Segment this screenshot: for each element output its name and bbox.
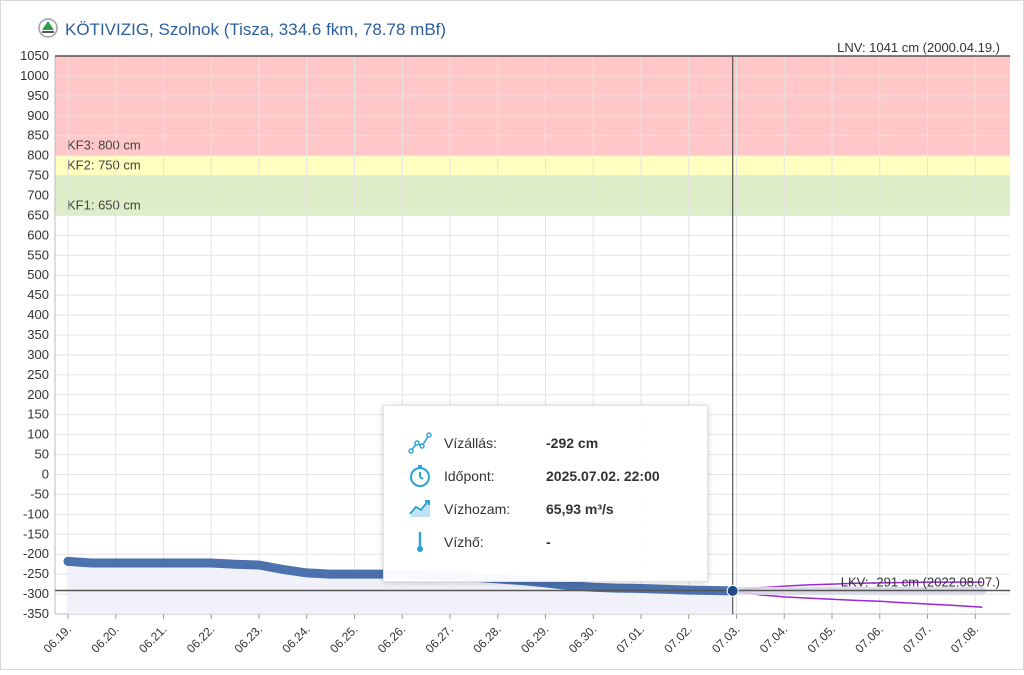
y-tick-label: 1050	[20, 48, 49, 63]
band-label-kf2: KF2: 750 cm	[67, 158, 141, 173]
tooltip-row-water-level: Vízállás: -292 cm	[408, 431, 598, 455]
y-tick-label: 50	[35, 447, 49, 462]
y-tick-label: -350	[23, 606, 49, 621]
y-tick-label: 500	[27, 267, 49, 282]
y-tick-label: 1000	[20, 68, 49, 83]
chart-frame: KÖTIVIZIG, Szolnok (Tisza, 334.6 fkm, 78…	[0, 0, 1024, 670]
y-tick-label: 250	[27, 367, 49, 382]
y-tick-label: 200	[27, 387, 49, 402]
y-tick-label: 550	[27, 247, 49, 262]
y-tick-label: 850	[27, 128, 49, 143]
y-tick-label: -50	[30, 486, 49, 501]
y-tick-label: -200	[23, 546, 49, 561]
y-tick-label: 300	[27, 347, 49, 362]
y-tick-label: 600	[27, 227, 49, 242]
tooltip-row-water-temperature: Vízhő: -	[408, 530, 551, 554]
lkv-label: LKV: -291 cm (2022.08.07.)	[841, 574, 1000, 589]
station-marker-icon	[38, 18, 58, 38]
tooltip-row-time: Időpont: 2025.07.02. 22:00	[408, 464, 660, 488]
y-tick-label: 700	[27, 188, 49, 203]
tooltip-label: Vízállás:	[444, 435, 497, 451]
tooltip-value: -	[546, 534, 551, 550]
tooltip-value: 65,93 m³/s	[546, 501, 614, 517]
band-kf3	[55, 56, 1010, 156]
y-tick-label: 150	[27, 407, 49, 422]
y-tick-label: 750	[27, 168, 49, 183]
y-tick-label: 100	[27, 427, 49, 442]
y-tick-label: 350	[27, 327, 49, 342]
y-tick-label: 900	[27, 108, 49, 123]
thermometer-icon	[417, 531, 423, 552]
hover-point	[726, 584, 739, 597]
tooltip-row-discharge: Vízhozam: 65,93 m³/s	[408, 497, 614, 521]
discharge-icon	[409, 500, 430, 517]
clock-icon	[410, 465, 430, 487]
y-tick-label: -300	[23, 586, 49, 601]
y-tick-label: 650	[27, 207, 49, 222]
y-tick-label: -250	[23, 566, 49, 581]
y-tick-label: 400	[27, 307, 49, 322]
band-kf2	[55, 155, 1010, 176]
y-tick-label: 950	[27, 88, 49, 103]
tooltip-value: -292 cm	[546, 435, 599, 451]
band-label-kf3: KF3: 800 cm	[67, 138, 141, 153]
tooltip-label: Vízhő:	[444, 534, 484, 550]
y-tick-label: 0	[42, 467, 49, 482]
data-tooltip: Vízállás: -292 cm Időpont: 2025.07.02. 2…	[383, 405, 708, 582]
lnv-label: LNV: 1041 cm (2000.04.19.)	[837, 40, 1000, 55]
y-tick-label: 450	[27, 287, 49, 302]
y-tick-label: 800	[27, 148, 49, 163]
y-tick-label: -100	[23, 506, 49, 521]
tooltip-label: Vízhozam:	[444, 501, 511, 517]
water-level-icon	[408, 432, 432, 454]
tooltip-value: 2025.07.02. 22:00	[546, 468, 660, 484]
y-tick-label: -150	[23, 526, 49, 541]
tooltip-label: Időpont:	[444, 468, 495, 484]
band-label-kf1: KF1: 650 cm	[67, 197, 141, 212]
page-title: KÖTIVIZIG, Szolnok (Tisza, 334.6 fkm, 78…	[65, 20, 446, 39]
